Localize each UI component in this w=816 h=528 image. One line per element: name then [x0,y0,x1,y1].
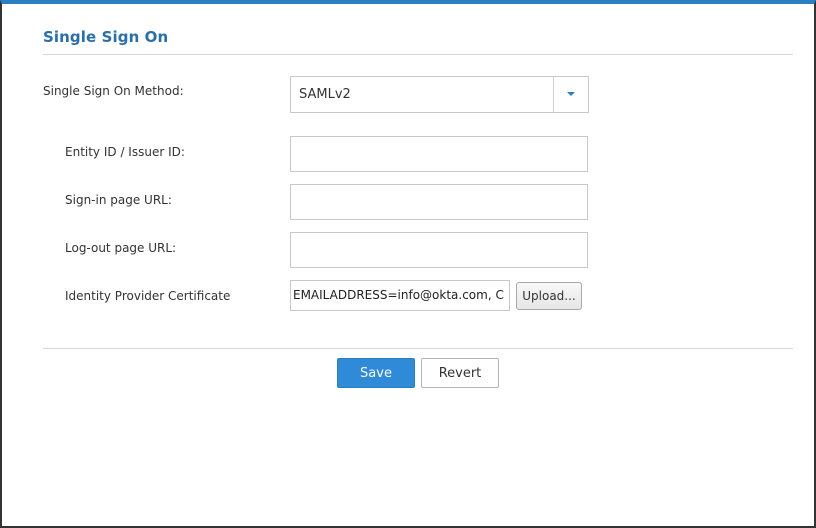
sso-settings-panel: Single Sign On Single Sign On Method: SA… [2,4,814,524]
logout-url-label: Log-out page URL: [65,241,177,255]
window-frame: Single Sign On Single Sign On Method: SA… [0,0,816,528]
entity-id-label: Entity ID / Issuer ID: [65,145,185,159]
chevron-down-icon[interactable] [567,92,575,96]
signin-url-input[interactable] [290,184,588,220]
certificate-field[interactable]: EMAILADDRESS=info@okta.com, C [290,280,510,311]
logout-url-input[interactable] [290,232,588,268]
revert-button[interactable]: Revert [421,358,499,388]
signin-url-label: Sign-in page URL: [65,193,172,207]
sso-method-select[interactable]: SAMLv2 [290,76,589,113]
upload-button[interactable]: Upload... [516,282,582,310]
certificate-label: Identity Provider Certificate [65,289,231,303]
actions-divider [43,348,793,349]
title-divider [43,54,793,55]
sso-method-label: Single Sign On Method: [43,84,184,98]
select-divider [553,77,554,112]
page-title: Single Sign On [43,28,169,46]
sso-method-value: SAMLv2 [299,87,351,102]
save-button[interactable]: Save [337,358,415,388]
entity-id-input[interactable] [290,136,588,172]
